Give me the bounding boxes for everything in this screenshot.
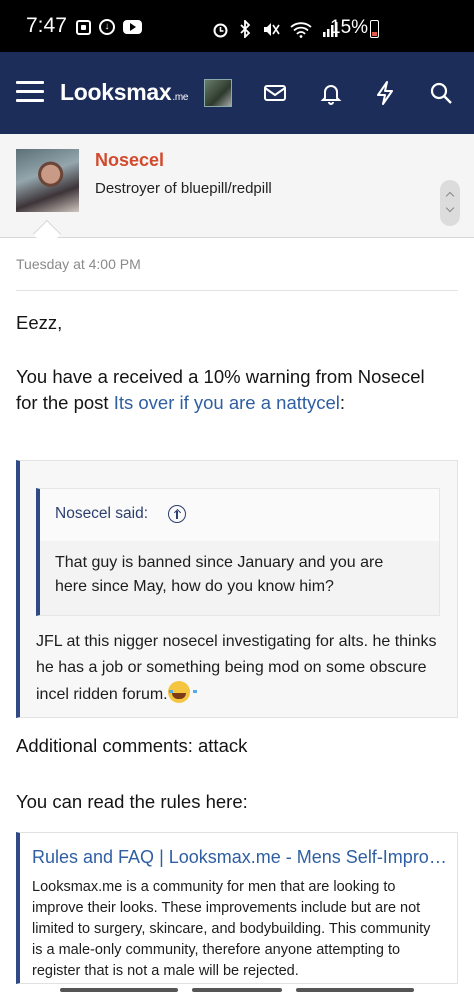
logo-text: Looksmax: [60, 79, 172, 105]
youtube-icon: [123, 20, 142, 34]
crying-laughing-emoji-icon: [167, 681, 197, 703]
logo-suffix: .me: [172, 92, 189, 103]
whats-new-icon[interactable]: [372, 80, 398, 106]
nested-quote: Nosecel said: That guy is banned since J…: [36, 488, 440, 616]
alarm-icon: [213, 23, 228, 37]
nav-gesture-recents[interactable]: [296, 988, 414, 992]
battery-icon: [370, 20, 379, 38]
warning-suffix: :: [339, 392, 346, 413]
link-preview[interactable]: Rules and FAQ | Looksmax.me - Mens Self-…: [16, 832, 458, 984]
status-bar: 7:47 ↓ 15%: [0, 0, 474, 52]
scroll-arrows-icon[interactable]: [440, 180, 460, 226]
quoted-post: Nosecel said: That guy is banned since J…: [16, 460, 458, 718]
battery-percent: 15%: [330, 17, 369, 38]
inbox-icon[interactable]: [262, 80, 288, 106]
search-icon[interactable]: [428, 80, 454, 106]
message-timestamp[interactable]: Tuesday at 4:00 PM: [16, 256, 141, 272]
username[interactable]: Nosecel: [95, 150, 164, 171]
avatar[interactable]: [16, 149, 79, 212]
site-navbar: Looksmax.me: [0, 52, 474, 134]
bluetooth-icon: [240, 20, 251, 38]
greeting: Eezz,: [16, 312, 63, 333]
additional-comments: Additional comments: attack: [16, 735, 248, 756]
site-logo[interactable]: Looksmax.me: [60, 79, 188, 106]
wifi-icon: [290, 21, 312, 38]
mute-icon: [264, 22, 280, 36]
alerts-icon[interactable]: [318, 80, 344, 106]
screen-capture-icon: [76, 19, 91, 35]
user-title: Destroyer of bluepill/redpill: [95, 180, 272, 197]
avatar[interactable]: [204, 79, 232, 107]
quote-reply-text: JFL at this nigger nosecel investigating…: [36, 633, 437, 703]
download-icon: ↓: [99, 19, 115, 35]
divider: [16, 290, 458, 291]
status-left-icons: ↓: [76, 19, 142, 35]
link-preview-title[interactable]: Rules and FAQ | Looksmax.me - Mens Self-…: [32, 847, 447, 868]
rules-intro: You can read the rules here:: [16, 791, 248, 812]
jump-to-post-icon[interactable]: [168, 505, 186, 523]
warning-text: You have a received a 10% warning from N…: [16, 364, 450, 416]
menu-icon[interactable]: [16, 81, 44, 103]
quote-author[interactable]: Nosecel said:: [55, 505, 148, 523]
status-right-icons: [212, 20, 338, 38]
conversation-header: Nosecel Destroyer of bluepill/redpill: [0, 134, 474, 238]
nested-quote-text: That guy is banned since January and you…: [55, 554, 384, 595]
nav-gesture-home[interactable]: [192, 988, 282, 992]
quote-attribution[interactable]: Nosecel said:: [40, 489, 439, 541]
post-link[interactable]: Its over if you are a nattycel: [114, 392, 340, 413]
quote-reply: JFL at this nigger nosecel investigating…: [36, 629, 443, 708]
status-time: 7:47: [26, 14, 67, 37]
nav-gesture-back[interactable]: [60, 988, 178, 992]
link-preview-description: Looksmax.me is a community for men that …: [32, 879, 431, 979]
